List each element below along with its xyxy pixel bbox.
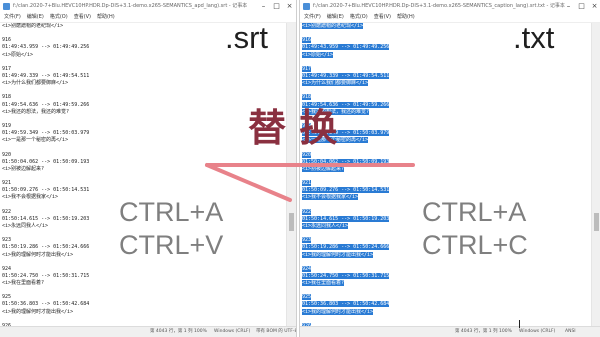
hotkey-left-select-all: CTRL+A <box>119 197 224 227</box>
hotkey-right-select-all: CTRL+A <box>422 197 527 227</box>
replace-overlay-text: 替 换 <box>248 106 338 150</box>
hotkey-right-copy: CTRL+C <box>422 230 528 260</box>
mouse-text-cursor <box>519 320 520 328</box>
hotkey-left-paste: CTRL+V <box>119 230 224 260</box>
replace-arrow-icon <box>205 163 415 202</box>
